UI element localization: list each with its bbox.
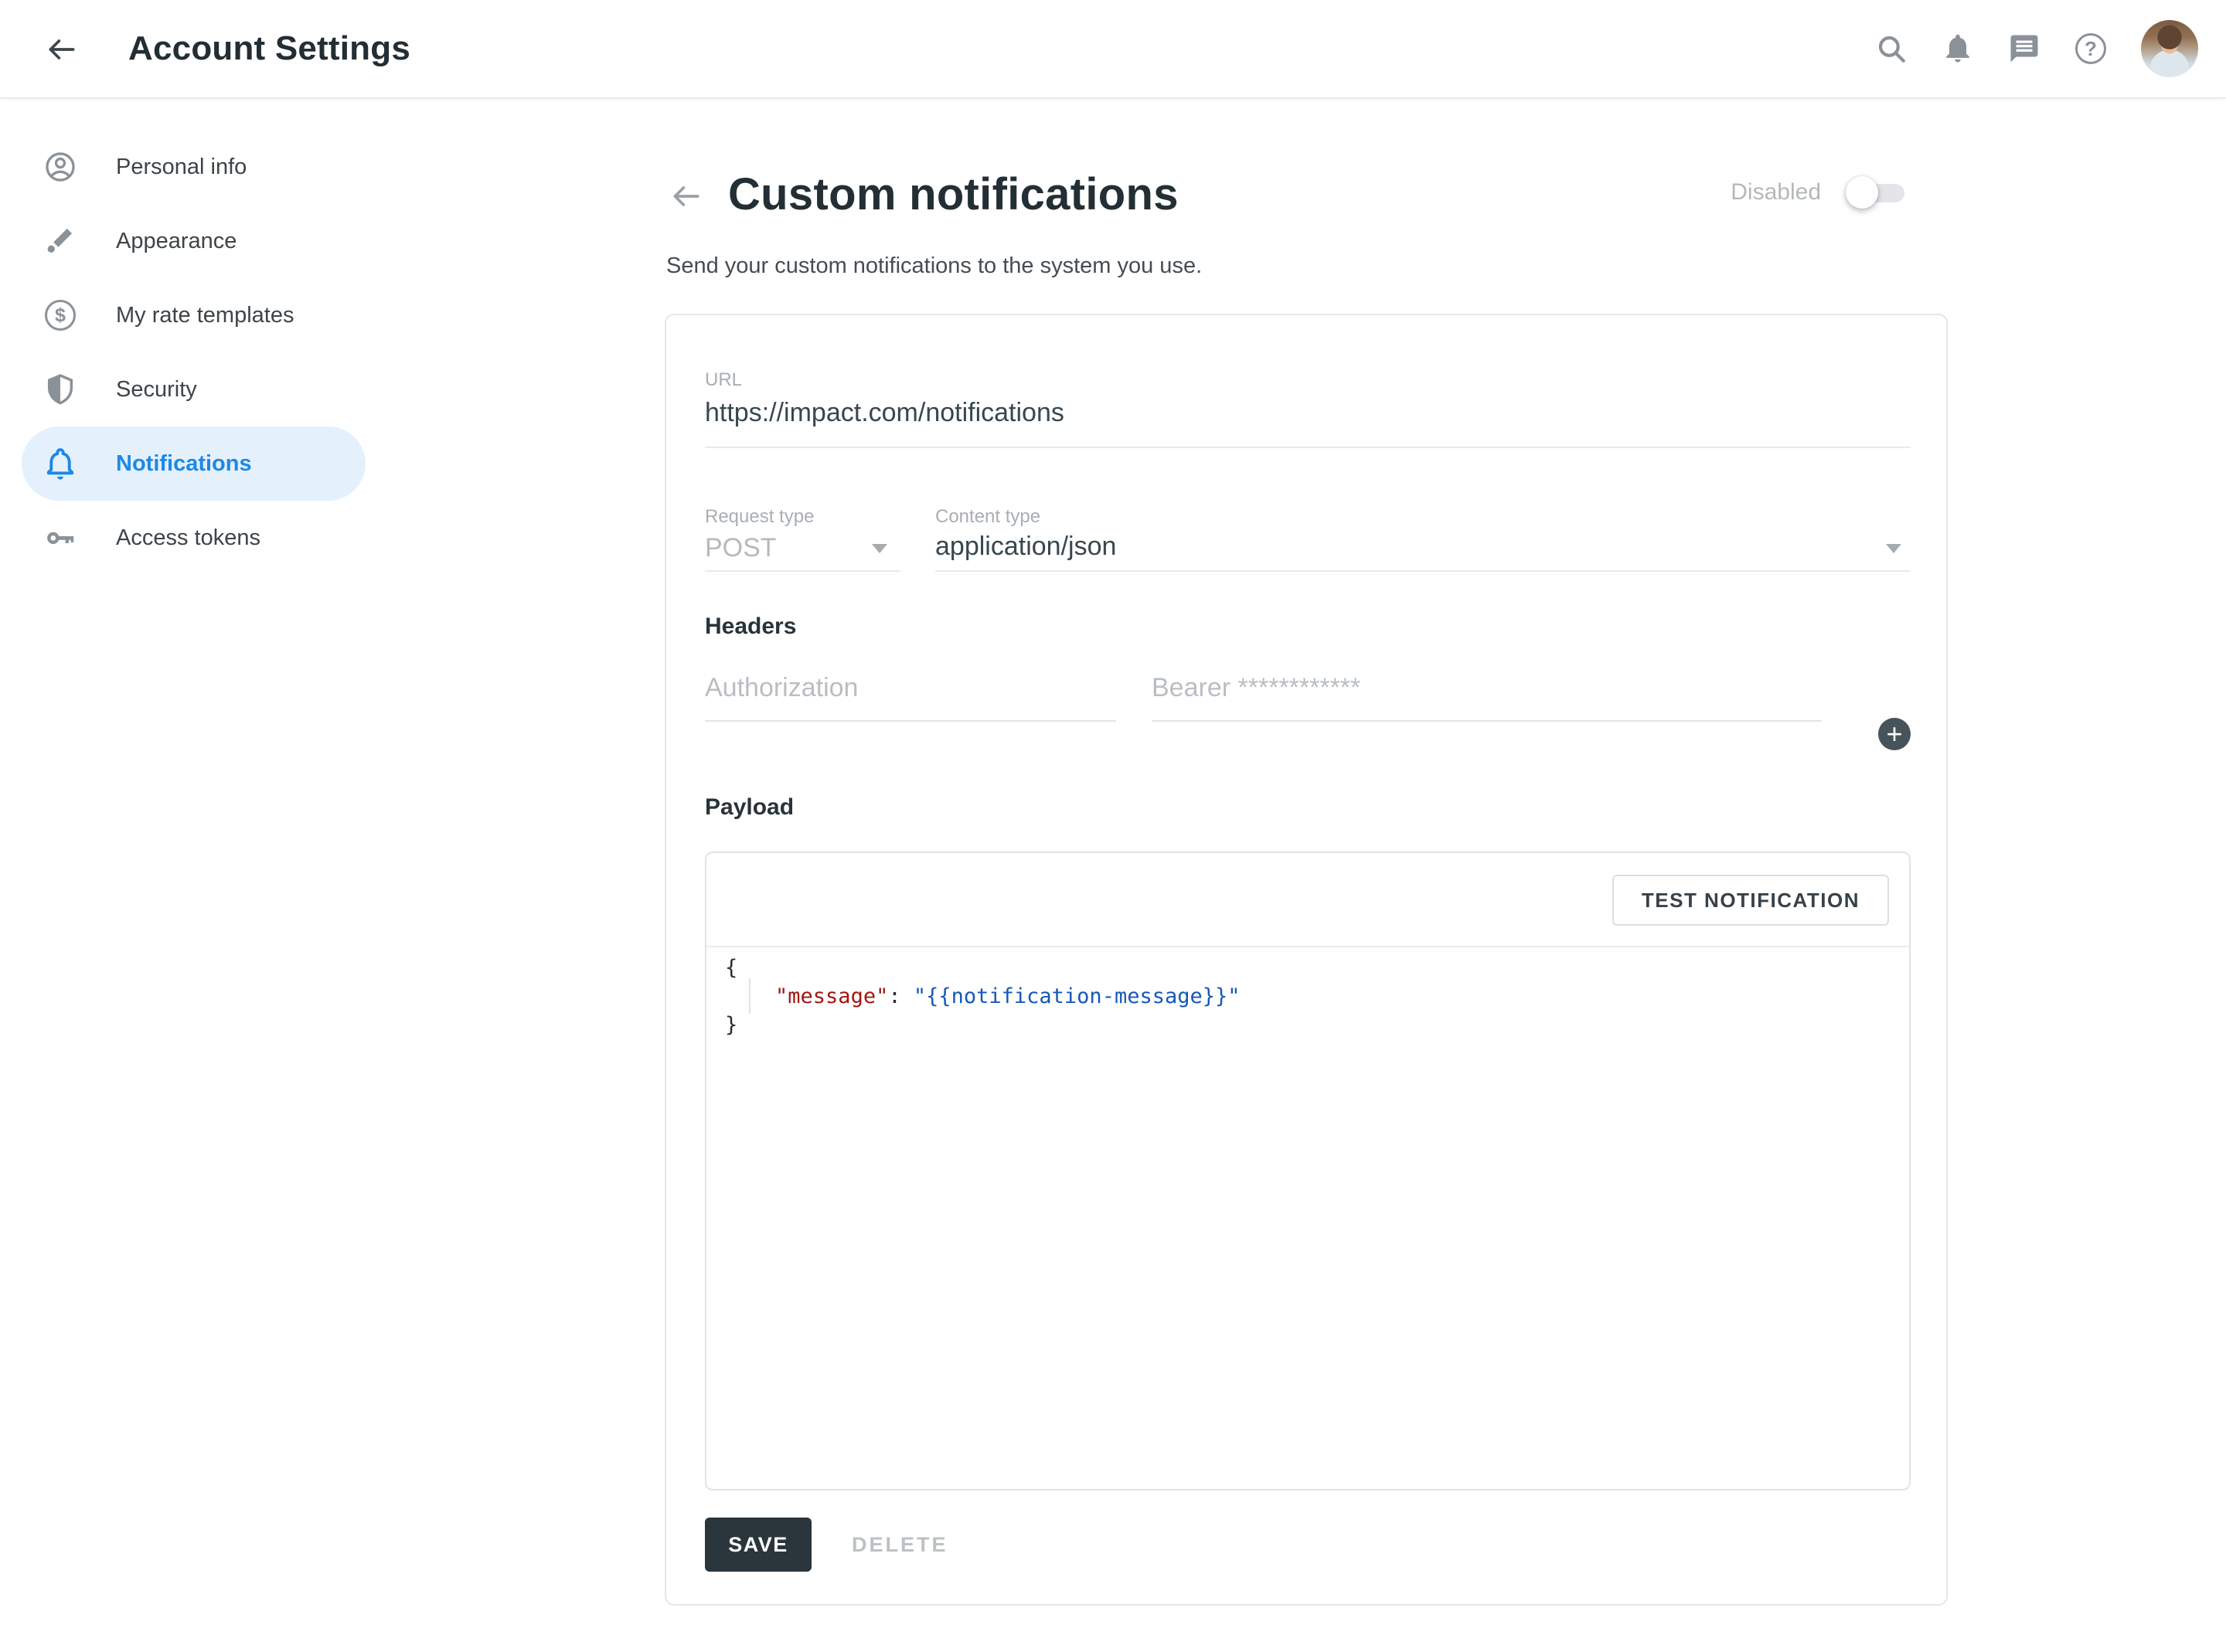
chevron-down-icon [1886, 544, 1901, 553]
indent-guide [749, 978, 751, 1014]
help-icon[interactable]: ? [2075, 32, 2107, 65]
enable-toggle-switch[interactable] [1850, 182, 1904, 203]
dollar-glyph: $ [55, 304, 66, 327]
add-header-button[interactable]: + [1878, 718, 1911, 750]
code-value-token: "{{notification-message}}" [914, 984, 1241, 1008]
account-settings-page: Account Settings ? [0, 0, 2226, 1652]
help-glyph: ? [2085, 37, 2097, 61]
bell-icon [43, 447, 77, 481]
custom-notifications-panel: Custom notifications Disabled Send your … [665, 99, 1948, 1652]
url-input[interactable] [705, 391, 1911, 434]
headers-section-title: Headers [705, 614, 796, 640]
toggle-knob[interactable] [1846, 176, 1878, 209]
dollar-icon: $ [43, 298, 77, 332]
shield-icon [43, 372, 77, 406]
request-type-label: Request type [705, 506, 814, 528]
sidebar-item-label: My rate templates [116, 303, 294, 328]
code-close-brace: } [725, 1013, 737, 1037]
search-icon[interactable] [1875, 32, 1908, 65]
page-title: Custom notifications [728, 168, 1179, 220]
sidebar-item-notifications[interactable]: Notifications [22, 427, 366, 501]
sidebar-item-security[interactable]: Security [22, 352, 366, 427]
payload-toolbar-divider [706, 946, 1909, 947]
notification-settings-card: URL Request type POST Content type appli… [665, 314, 1948, 1606]
top-app-bar: Account Settings ? [0, 0, 2226, 99]
header-value-input[interactable] [1152, 655, 1822, 722]
content-type-underline [935, 570, 1911, 572]
header-key-input[interactable] [705, 655, 1116, 722]
url-label: URL [705, 369, 742, 391]
payload-section-title: Payload [705, 794, 794, 821]
test-notification-button[interactable]: TEST NOTIFICATION [1612, 875, 1889, 926]
code-open-brace: { [725, 956, 737, 980]
sidebar-item-my-rate-templates[interactable]: $ My rate templates [22, 278, 366, 352]
chevron-down-icon [872, 544, 887, 553]
url-underline [705, 447, 1911, 448]
topbar-actions: ? [1875, 0, 2198, 97]
chat-icon[interactable] [2008, 32, 2040, 65]
sidebar-item-personal-info[interactable]: Personal info [22, 130, 366, 204]
brush-icon [43, 224, 77, 258]
page-back-arrow-icon[interactable] [669, 179, 703, 213]
content-type-label: Content type [935, 506, 1040, 528]
request-type-underline [705, 570, 900, 572]
payload-code-editor[interactable]: { "message": "{{notification-message}}" … [725, 953, 1901, 1484]
settings-sidebar: Personal info Appearance $ My rate templ… [22, 130, 366, 575]
code-colon-token: : [888, 984, 914, 1008]
enable-toggle-row: Disabled [1731, 179, 1904, 206]
sidebar-item-appearance[interactable]: Appearance [22, 204, 366, 278]
sidebar-item-label: Access tokens [116, 525, 260, 551]
key-icon [43, 521, 77, 555]
sidebar-item-access-tokens[interactable]: Access tokens [22, 501, 366, 575]
save-button[interactable]: SAVE [705, 1518, 812, 1572]
content-type-select[interactable]: application/json [935, 532, 1116, 562]
person-icon [43, 150, 77, 184]
request-type-select[interactable]: POST [705, 533, 777, 563]
user-avatar[interactable] [2141, 20, 2198, 77]
app-title: Account Settings [128, 0, 410, 97]
delete-button[interactable]: DELETE [833, 1518, 967, 1572]
code-key-token: "message" [775, 984, 888, 1008]
toggle-state-label: Disabled [1731, 179, 1821, 206]
sidebar-item-label: Notifications [116, 451, 252, 477]
notifications-bell-icon[interactable] [1942, 32, 1974, 65]
back-arrow-icon[interactable] [45, 32, 79, 66]
payload-editor: TEST NOTIFICATION { "message": "{{notifi… [705, 851, 1911, 1491]
sidebar-item-label: Appearance [116, 229, 237, 254]
sidebar-item-label: Personal info [116, 155, 247, 180]
sidebar-item-label: Security [116, 377, 197, 403]
plus-icon: + [1886, 720, 1902, 748]
page-subtitle: Send your custom notifications to the sy… [666, 253, 1202, 279]
